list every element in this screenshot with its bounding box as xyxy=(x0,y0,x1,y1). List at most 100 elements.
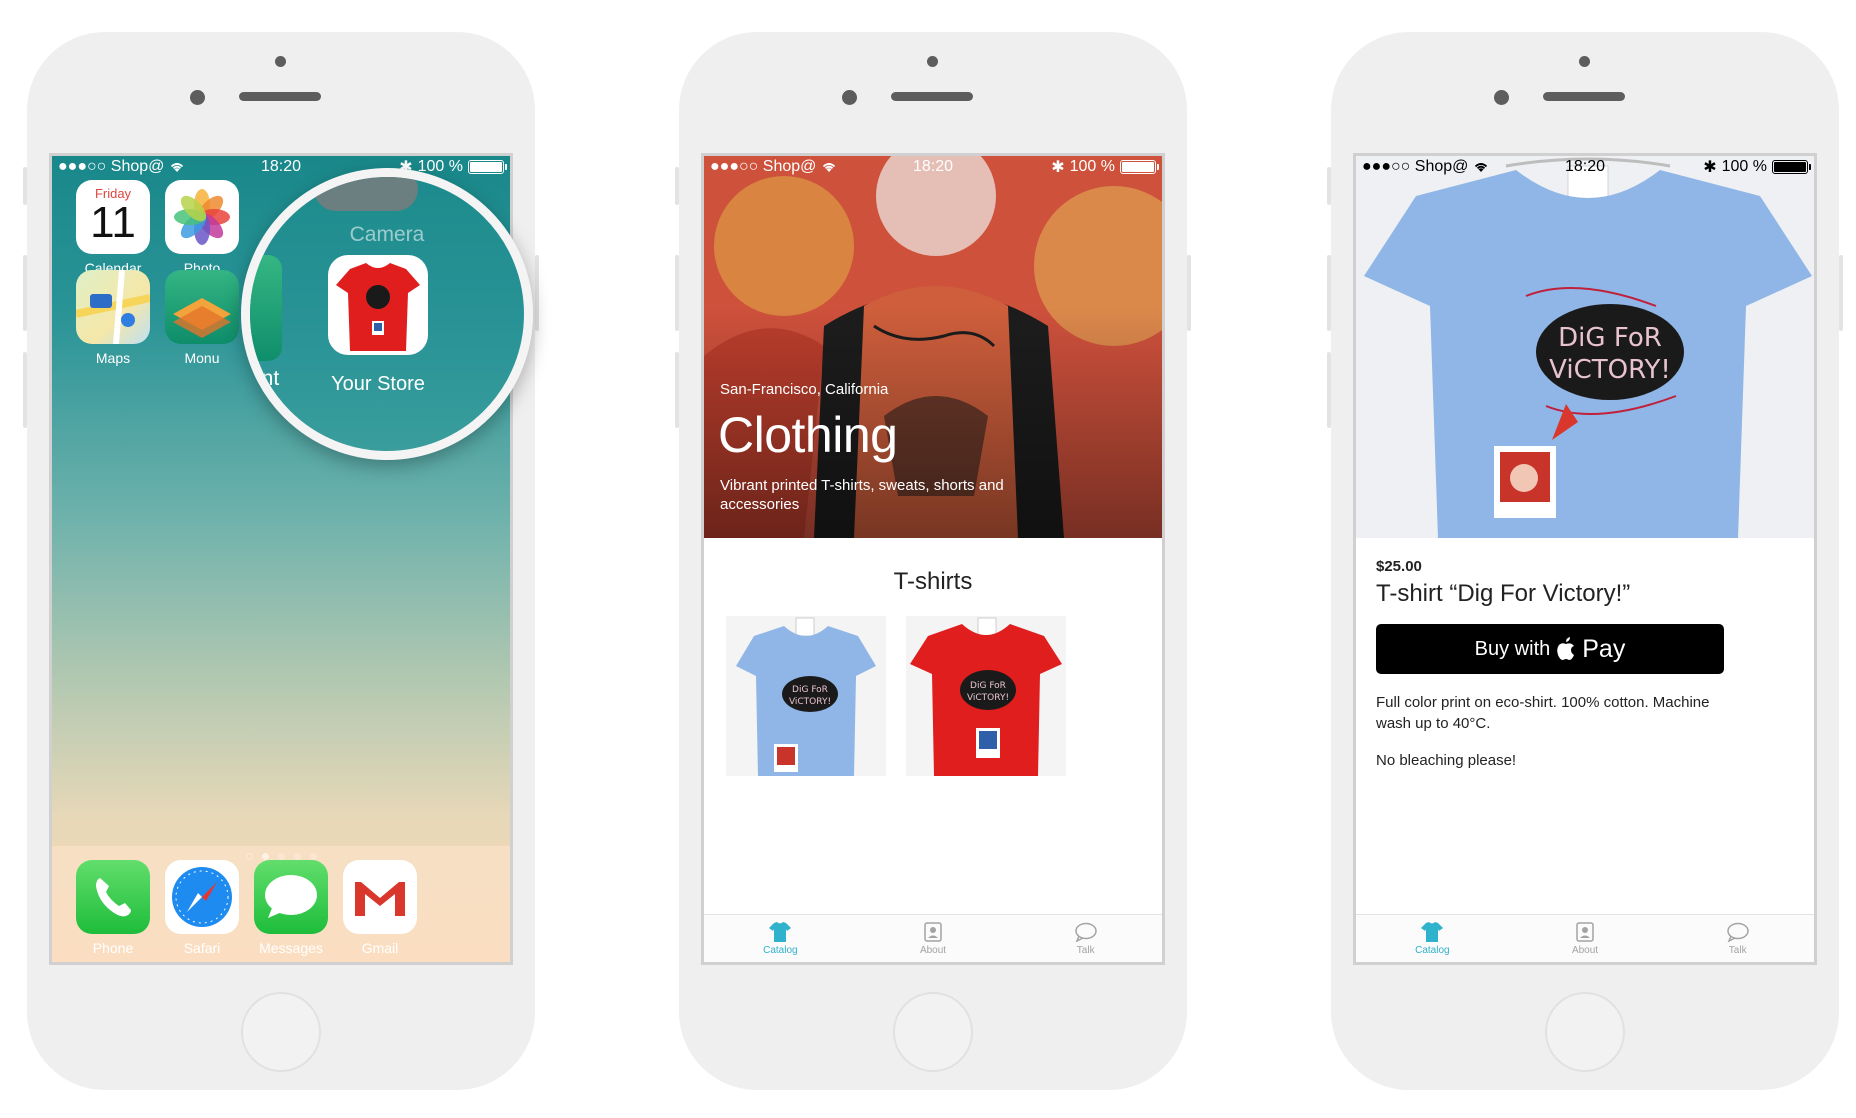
battery-icon xyxy=(1120,160,1159,174)
wifi-icon xyxy=(1475,163,1488,172)
maps-icon xyxy=(76,270,150,344)
carrier-label: ●●●○○ Shop@ xyxy=(710,158,817,175)
monument-icon xyxy=(165,270,239,344)
status-bar: ●●●○○ Shop@ 18:20 ✱ 100 % xyxy=(704,156,1162,178)
calendar-icon: Friday 11 xyxy=(76,180,150,254)
hero-subtitle: Vibrant printed T-shirts, sweats, shorts… xyxy=(720,477,1004,513)
phone-product-screen: DiG FoR ViCTORY! ●●●○○ Shop@ 18:20 ✱ 100… xyxy=(1327,32,1843,1090)
print-text-line-1: DiG FoR xyxy=(1558,323,1662,353)
proximity-sensor xyxy=(1579,56,1590,67)
tab-label-talk: Talk xyxy=(1076,945,1095,956)
bluetooth-icon: ✱ xyxy=(1703,159,1717,176)
volume-up-button xyxy=(23,255,27,331)
tab-about[interactable]: About xyxy=(1509,915,1662,962)
product-description: Full color print on eco-shirt. 100% cott… xyxy=(1376,694,1710,732)
power-button xyxy=(1187,255,1191,331)
app-label-monument: Monu xyxy=(184,350,220,366)
hero-banner[interactable]: San-Francisco, California Clothing Vibra… xyxy=(704,156,1162,538)
messages-icon xyxy=(254,860,328,934)
contact-card-icon xyxy=(924,922,942,942)
app-monument[interactable]: Monu xyxy=(163,270,241,366)
earpiece-speaker xyxy=(1543,92,1625,101)
photos-icon xyxy=(165,180,239,254)
speech-bubble-icon xyxy=(1726,922,1749,943)
bluetooth-icon: ✱ xyxy=(1051,159,1065,176)
gmail-icon xyxy=(343,860,417,934)
dock-app-gmail[interactable]: Gmail xyxy=(341,860,419,956)
status-bar: ●●●○○ Shop@ 18:20 ✱ 100 % xyxy=(52,156,510,178)
dock: Phone Safari Messages Gmail xyxy=(52,846,510,962)
proximity-sensor xyxy=(927,56,938,67)
contact-card-icon xyxy=(1576,922,1594,942)
tab-label-catalog: Catalog xyxy=(763,945,798,956)
mute-switch xyxy=(23,167,27,205)
app-label-gmail: Gmail xyxy=(361,940,399,956)
svg-text:DiG FoR: DiG FoR xyxy=(792,685,828,695)
product-thumbnail-red[interactable]: DiG FoR ViCTORY! xyxy=(906,616,1066,776)
dock-app-phone[interactable]: Phone xyxy=(74,860,152,956)
apple-logo-icon xyxy=(1557,637,1575,660)
battery-icon xyxy=(1772,160,1811,174)
speech-bubble-icon xyxy=(1074,922,1097,943)
app-calendar[interactable]: Friday 11 Calendar xyxy=(74,180,152,276)
volume-down-button xyxy=(23,352,27,428)
safari-icon xyxy=(165,860,239,934)
home-button[interactable] xyxy=(893,992,973,1072)
app-label-phone: Phone xyxy=(92,940,134,956)
tab-bar: Catalog About Talk xyxy=(1356,914,1814,962)
power-button xyxy=(535,255,539,331)
tab-label-about: About xyxy=(1571,945,1599,956)
product-screen: DiG FoR ViCTORY! ●●●○○ Shop@ 18:20 ✱ 100… xyxy=(1353,153,1817,965)
front-camera xyxy=(1494,90,1509,105)
home-button[interactable] xyxy=(1545,992,1625,1072)
tab-talk[interactable]: Talk xyxy=(1009,915,1162,962)
svg-text:ViCTORY!: ViCTORY! xyxy=(967,693,1009,703)
product-title: T-shirt “Dig For Victory!” xyxy=(1376,580,1631,607)
battery-icon xyxy=(468,160,507,174)
volume-up-button xyxy=(1327,255,1331,331)
app-photos[interactable]: Photo xyxy=(163,180,241,276)
magnifier-callout: Camera ent Your Store xyxy=(241,168,533,460)
tab-catalog[interactable]: Catalog xyxy=(704,915,857,962)
front-camera xyxy=(842,90,857,105)
section-title: T-shirts xyxy=(893,568,973,595)
buy-with-apple-pay-button[interactable]: Buy with Pay xyxy=(1376,624,1724,674)
dock-app-messages[interactable]: Messages xyxy=(252,860,330,956)
tshirt-icon xyxy=(1421,922,1444,942)
phone-catalog-screen: San-Francisco, California Clothing Vibra… xyxy=(675,32,1191,1090)
tab-talk[interactable]: Talk xyxy=(1661,915,1814,962)
tab-label-catalog: Catalog xyxy=(1415,945,1450,956)
front-camera xyxy=(190,90,205,105)
app-label-maps: Maps xyxy=(95,350,131,366)
app-maps[interactable]: Maps xyxy=(74,270,152,366)
tab-label-about: About xyxy=(919,945,947,956)
volume-up-button xyxy=(675,255,679,331)
magnified-camera-label: Camera xyxy=(349,223,425,246)
battery-label: 100 % xyxy=(1721,158,1767,175)
status-bar: ●●●○○ Shop@ 18:20 ✱ 100 % xyxy=(1356,156,1814,178)
phone-home-screen: ●●●○○ Shop@ 18:20 ✱ 100 % Friday 11 Cale… xyxy=(23,32,539,1090)
proximity-sensor xyxy=(275,56,286,67)
pay-label: Pay xyxy=(1582,634,1626,663)
product-thumbnail-blue[interactable]: DiG FoR ViCTORY! xyxy=(726,616,886,776)
tab-catalog[interactable]: Catalog xyxy=(1356,915,1509,962)
your-store-label: Your Store xyxy=(331,373,425,395)
app-label-messages: Messages xyxy=(259,940,323,956)
hero-location: San-Francisco, California xyxy=(720,381,889,398)
product-care-note: No bleaching please! xyxy=(1376,752,1517,769)
wifi-icon xyxy=(171,163,184,172)
carrier-label: ●●●○○ Shop@ xyxy=(58,158,165,175)
magnified-monument-icon xyxy=(250,255,282,361)
volume-down-button xyxy=(675,352,679,428)
app-label-safari: Safari xyxy=(183,940,221,956)
print-text-line-2: ViCTORY! xyxy=(1549,355,1671,385)
volume-down-button xyxy=(1327,352,1331,428)
dock-app-safari[interactable]: Safari xyxy=(163,860,241,956)
earpiece-speaker xyxy=(239,92,321,101)
home-button[interactable] xyxy=(241,992,321,1072)
catalog-screen: San-Francisco, California Clothing Vibra… xyxy=(701,153,1165,965)
your-store-app-icon[interactable] xyxy=(328,255,428,355)
tab-about[interactable]: About xyxy=(857,915,1010,962)
hero-title: Clothing xyxy=(718,407,898,463)
calendar-date: 11 xyxy=(90,198,136,247)
